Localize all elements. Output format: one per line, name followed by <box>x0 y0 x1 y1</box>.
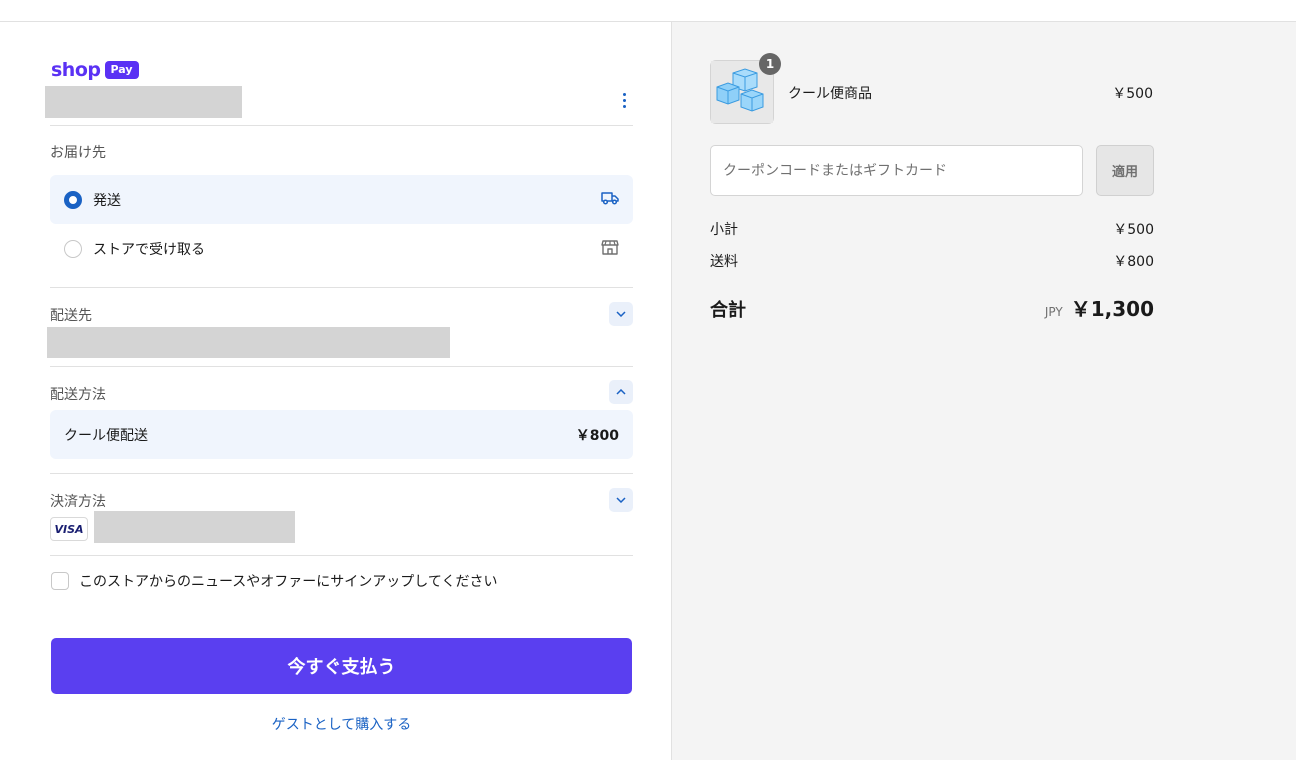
pay-now-button[interactable]: 今すぐ支払う <box>51 638 632 694</box>
newsletter-checkbox[interactable] <box>51 572 69 590</box>
chevron-up-icon[interactable] <box>609 380 633 404</box>
delivery-section-label: お届け先 <box>50 145 106 161</box>
shipping-method-label: 配送方法 <box>50 387 106 403</box>
divider <box>50 473 633 474</box>
divider <box>50 125 633 126</box>
divider <box>50 555 633 556</box>
total-amount-group: JPY ￥1,300 <box>1045 293 1154 322</box>
product-name: クール便商品 <box>788 86 872 102</box>
divider <box>50 366 633 367</box>
total-row: 合計 JPY ￥1,300 <box>710 293 1154 322</box>
newsletter-label: このストアからのニュースやオファーにサインアップしてください <box>79 574 498 590</box>
store-icon <box>601 238 619 260</box>
subtotal-row: 小計 ￥500 <box>710 219 1154 239</box>
visa-card-icon: VISA <box>50 517 88 541</box>
redacted-card-number <box>94 511 295 543</box>
chevron-down-icon[interactable] <box>609 488 633 512</box>
subtotal-value: ￥500 <box>1113 222 1154 238</box>
radio-ship[interactable] <box>64 190 82 209</box>
total-value: ￥1,300 <box>1070 297 1154 321</box>
guest-checkout-link[interactable]: ゲストとして購入する <box>51 714 632 734</box>
truck-icon <box>601 191 619 209</box>
chevron-down-icon[interactable] <box>609 302 633 326</box>
delivery-option-pickup[interactable]: ストアで受け取る <box>50 224 633 273</box>
radio-pickup[interactable] <box>64 239 82 258</box>
shop-logo-text: shop <box>51 59 101 81</box>
payment-method-label: 決済方法 <box>50 494 106 510</box>
divider <box>50 287 633 288</box>
shipping-method-price: ￥800 <box>575 427 619 444</box>
order-summary: 1 クール便商品 ￥500 適用 小計 ￥500 送料 ￥800 合計 JPY … <box>671 22 1296 760</box>
top-bar <box>0 0 1296 22</box>
apply-coupon-button[interactable]: 適用 <box>1096 145 1154 196</box>
shipping-row: 送料 ￥800 <box>710 251 1154 271</box>
delivery-option-label: ストアで受け取る <box>93 241 205 258</box>
redacted-shipping-address <box>47 327 450 358</box>
shipping-label: 送料 <box>710 254 738 270</box>
shipping-method-option[interactable]: クール便配送 ￥800 <box>50 410 633 459</box>
shop-pay-logo: shop Pay <box>51 59 139 81</box>
subtotal-label: 小計 <box>710 222 738 238</box>
ship-to-label: 配送先 <box>50 308 92 324</box>
currency-code: JPY <box>1044 305 1063 319</box>
delivery-option-ship[interactable]: 発送 <box>50 175 633 224</box>
total-label: 合計 <box>710 300 746 321</box>
newsletter-signup[interactable]: このストアからのニュースやオファーにサインアップしてください <box>51 571 497 591</box>
product-price: ￥500 <box>1112 86 1153 102</box>
more-options-icon[interactable] <box>617 90 631 110</box>
pay-logo-badge: Pay <box>104 61 139 79</box>
redacted-account-email <box>45 86 242 118</box>
shipping-method-name: クール便配送 <box>64 427 148 444</box>
delivery-option-label: 発送 <box>93 192 121 209</box>
coupon-input[interactable] <box>710 145 1083 196</box>
quantity-badge: 1 <box>759 53 781 75</box>
shipping-value: ￥800 <box>1113 254 1154 270</box>
checkout-main: shop Pay お届け先 発送 ストアで受け取る 配送先 配送方法 クール便配… <box>0 22 671 760</box>
